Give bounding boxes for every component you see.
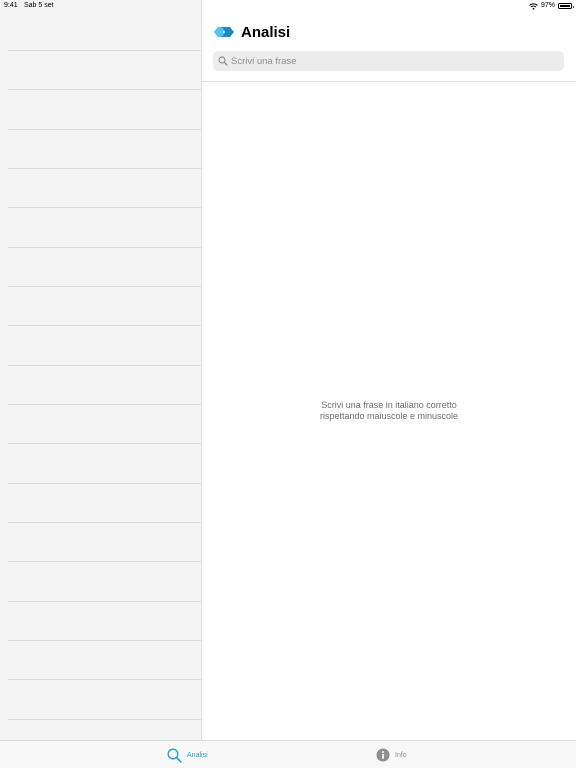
status-indicators: 97% — [529, 0, 574, 12]
list-separator — [8, 483, 201, 484]
battery-percentage: 97% — [540, 2, 555, 9]
list-separator — [8, 443, 201, 444]
list-separator — [8, 365, 201, 366]
list-separator — [8, 207, 201, 208]
search-bar[interactable] — [213, 51, 564, 71]
list-separator — [8, 129, 201, 130]
list-separator — [8, 168, 201, 169]
list-separator — [8, 247, 201, 248]
sidebar-list[interactable] — [0, 0, 202, 740]
empty-state-line-1: Scrivi una frase in italiano corretto — [321, 400, 457, 410]
list-separator — [8, 719, 201, 720]
empty-state-line-2: rispettando maiuscole e minuscole — [319, 411, 459, 421]
battery-icon — [558, 3, 574, 9]
app-logo-icon — [214, 27, 234, 37]
list-separator — [8, 561, 201, 562]
list-separator — [8, 286, 201, 287]
list-separator — [8, 89, 201, 90]
info-icon — [376, 748, 390, 762]
tab-label: Info — [395, 751, 407, 759]
list-separator — [8, 640, 201, 641]
tab-label: Analisi — [187, 751, 208, 759]
navigation-header: Analisi — [202, 12, 576, 82]
list-separator — [8, 325, 201, 326]
wifi-icon — [529, 2, 538, 10]
detail-pane: Analisi Scrivi una frase in italiano cor… — [202, 0, 576, 740]
search-icon — [167, 747, 182, 763]
search-input[interactable] — [231, 52, 551, 70]
app-screen: Analisi Scrivi una frase in italiano cor… — [0, 0, 576, 768]
status-time: 9:41 — [4, 2, 18, 9]
tab-info[interactable]: Info — [376, 747, 407, 763]
list-separator — [8, 601, 201, 602]
status-bar: 9:41 Sab 5 set 97% — [0, 0, 576, 12]
battery-level — [560, 5, 570, 7]
list-separator — [8, 522, 201, 523]
page-title: Analisi — [241, 23, 291, 41]
search-icon — [218, 56, 228, 66]
status-date: Sab 5 set — [24, 2, 54, 9]
list-separator — [8, 404, 201, 405]
title-row: Analisi — [213, 22, 290, 42]
list-separator — [8, 50, 201, 51]
tab-bar: Analisi Info — [0, 740, 576, 768]
tab-analisi[interactable]: Analisi — [167, 747, 208, 763]
empty-state-message: Scrivi una frase in italiano corretto ri… — [202, 400, 576, 422]
list-separator — [8, 679, 201, 680]
